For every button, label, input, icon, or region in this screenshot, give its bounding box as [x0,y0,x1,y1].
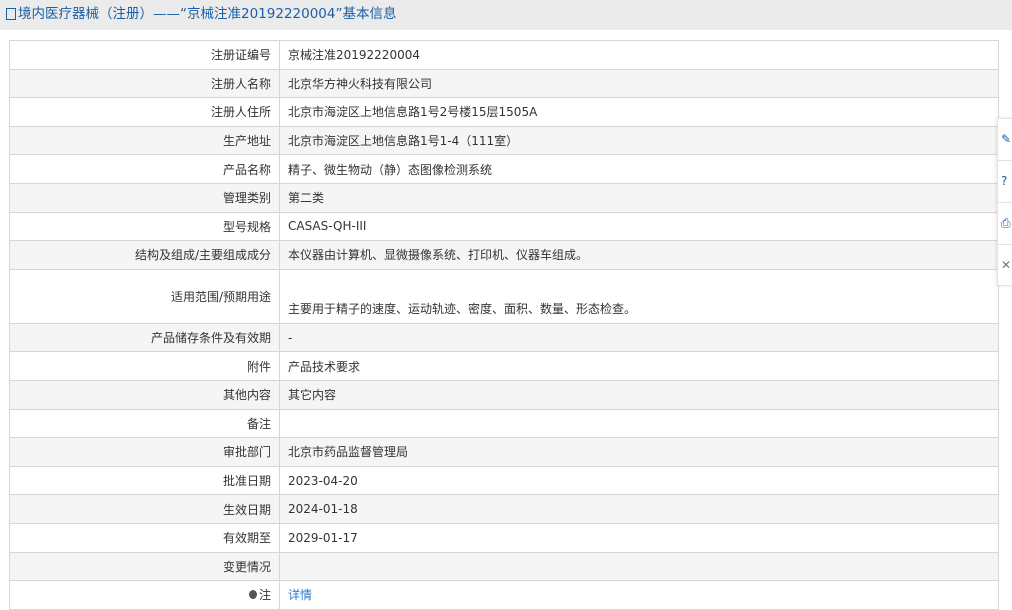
page-title: 境内医疗器械（注册）——“京械注准20192220004”基本信息 [18,6,397,22]
row-value: 北京市海淀区上地信息路1号1-4（111室） [279,125,999,156]
row-value: 北京华方神火科技有限公司 [279,68,999,99]
row-value: 北京市药品监督管理局 [279,437,999,467]
row-value: 产品技术要求 [279,351,999,381]
row-value: - [279,322,999,353]
row-label: 结构及组成/主要组成成分 [9,240,280,270]
row-label: 型号规格 [9,211,280,242]
table-row: 型号规格 CASAS-QH-III [9,211,999,242]
table-row: 批准日期 2023-04-20 [9,465,999,496]
table-row: 注册证编号 京械注准20192220004 [9,40,999,70]
row-label: 注册人名称 [9,68,280,99]
row-value: 其它内容 [279,379,999,410]
row-value: 主要用于精子的速度、运动轨迹、密度、面积、数量、形态检查。 [279,268,999,324]
edit-icon[interactable]: ✎ [998,119,1012,161]
row-label: 变更情况 [9,551,280,582]
row-label: 生产地址 [9,125,280,156]
row-label: 其他内容 [9,379,280,410]
row-value: 精子、微生物动（静）态图像检测系统 [279,154,999,184]
table-row: 变更情况 [9,551,999,582]
table-row: 适用范围/预期用途 主要用于精子的速度、运动轨迹、密度、面积、数量、形态检查。 [9,268,999,324]
table-row: 有效期至 2029-01-17 [9,522,999,553]
table-row: 注册人住所 北京市海淀区上地信息路1号2号楼15层1505A [9,97,999,127]
row-value: 2029-01-17 [279,522,999,553]
table-row: 生产地址 北京市海淀区上地信息路1号1-4（111室） [9,125,999,156]
row-label: 产品储存条件及有效期 [9,322,280,353]
row-label: 注册证编号 [9,40,280,70]
row-value: 2024-01-18 [279,494,999,524]
table-row: 管理类别 第二类 [9,182,999,213]
row-value: 北京市海淀区上地信息路1号2号楼15层1505A [279,97,999,127]
row-label: 批准日期 [9,465,280,496]
help-icon[interactable]: ? [998,161,1012,203]
table-row: 产品名称 精子、微生物动（静）态图像检测系统 [9,154,999,184]
side-toolbar: ✎ ? ⎙ ✕ [997,118,1012,286]
row-value [279,408,999,439]
page-header: 境内医疗器械（注册）——“京械注准20192220004”基本信息 [0,0,1012,30]
table-row: 结构及组成/主要组成成分 本仪器由计算机、显微摄像系统、打印机、仪器车组成。 [9,240,999,270]
row-label: 注 [9,580,280,610]
table-row: 其他内容 其它内容 [9,379,999,410]
close-icon[interactable]: ✕ [998,245,1012,286]
row-value: 京械注准20192220004 [279,40,999,70]
table-row: 备注 [9,408,999,439]
lightbulb-icon [248,590,257,600]
table-row: 附件 产品技术要求 [9,351,999,381]
row-label: 审批部门 [9,437,280,467]
row-label: 管理类别 [9,182,280,213]
row-label: 有效期至 [9,522,280,553]
row-label: 适用范围/预期用途 [9,268,280,324]
row-label: 备注 [9,408,280,439]
document-icon [6,8,16,20]
table-row: 产品储存条件及有效期 - [9,322,999,353]
row-value [279,551,999,582]
row-value: 2023-04-20 [279,465,999,496]
info-table: 注册证编号 京械注准20192220004 注册人名称 北京华方神火科技有限公司 注册人… [9,40,999,610]
note-label: 注 [258,588,271,603]
table-row: 注 详情 [9,580,999,610]
details-link[interactable]: 详情 [288,588,312,602]
row-value: CASAS-QH-III [279,211,999,242]
table-row: 审批部门 北京市药品监督管理局 [9,437,999,467]
print-icon[interactable]: ⎙ [998,203,1012,245]
table-row: 生效日期 2024-01-18 [9,494,999,524]
row-label: 注册人住所 [9,97,280,127]
row-label: 附件 [9,351,280,381]
row-label: 生效日期 [9,494,280,524]
row-label: 产品名称 [9,154,280,184]
row-value: 第二类 [279,182,999,213]
table-row: 注册人名称 北京华方神火科技有限公司 [9,68,999,99]
row-value: 本仪器由计算机、显微摄像系统、打印机、仪器车组成。 [279,240,999,270]
